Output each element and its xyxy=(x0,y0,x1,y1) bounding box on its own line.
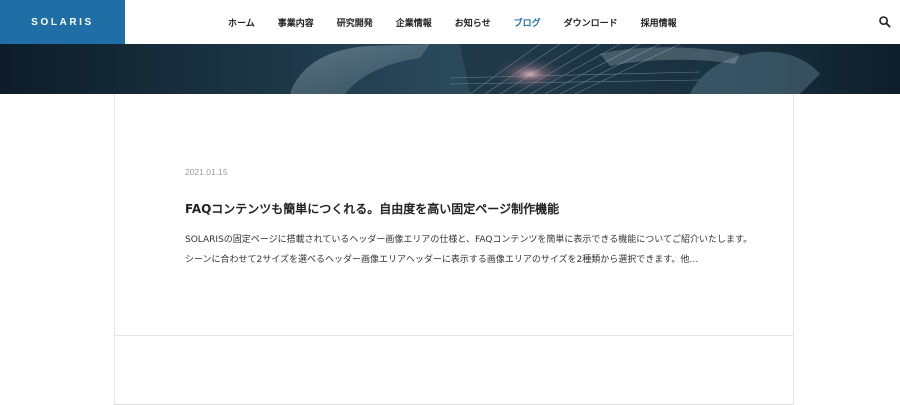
article-excerpt: SOLARISの固定ページに搭載されているヘッダー画像エリアの仕様と、FAQコン… xyxy=(185,235,753,265)
nav-item-business[interactable]: 事業内容 xyxy=(278,16,314,29)
nav-item-recruit[interactable]: 採用情報 xyxy=(641,16,677,29)
nav-item-company[interactable]: 企業情報 xyxy=(396,16,432,29)
article-title[interactable]: FAQコンテンツも簡単につくれる。自由度を高い固定ページ制作機能 xyxy=(185,200,559,217)
search-icon[interactable] xyxy=(878,15,892,29)
main-nav: ホーム 事業内容 研究開発 企業情報 お知らせ ブログ ダウンロード 採用情報 xyxy=(228,0,700,44)
site-logo[interactable]: SOLARIS xyxy=(0,0,125,44)
logo-text: SOLARIS xyxy=(31,16,94,28)
article-card[interactable]: 2021.01.15 FAQコンテンツも簡単につくれる。自由度を高い固定ページ制… xyxy=(115,94,793,336)
nav-item-home[interactable]: ホーム xyxy=(228,16,255,29)
hero-image xyxy=(0,44,900,94)
site-header: SOLARIS ホーム 事業内容 研究開発 企業情報 お知らせ ブログ ダウンロ… xyxy=(0,0,900,44)
nav-item-blog[interactable]: ブログ xyxy=(514,16,541,29)
nav-item-download[interactable]: ダウンロード xyxy=(564,16,618,29)
left-sidebar xyxy=(0,94,115,405)
nav-item-news[interactable]: お知らせ xyxy=(455,16,491,29)
article-date: 2021.01.15 xyxy=(185,167,228,177)
nav-item-research[interactable]: 研究開発 xyxy=(337,16,373,29)
right-sidebar xyxy=(793,94,900,405)
